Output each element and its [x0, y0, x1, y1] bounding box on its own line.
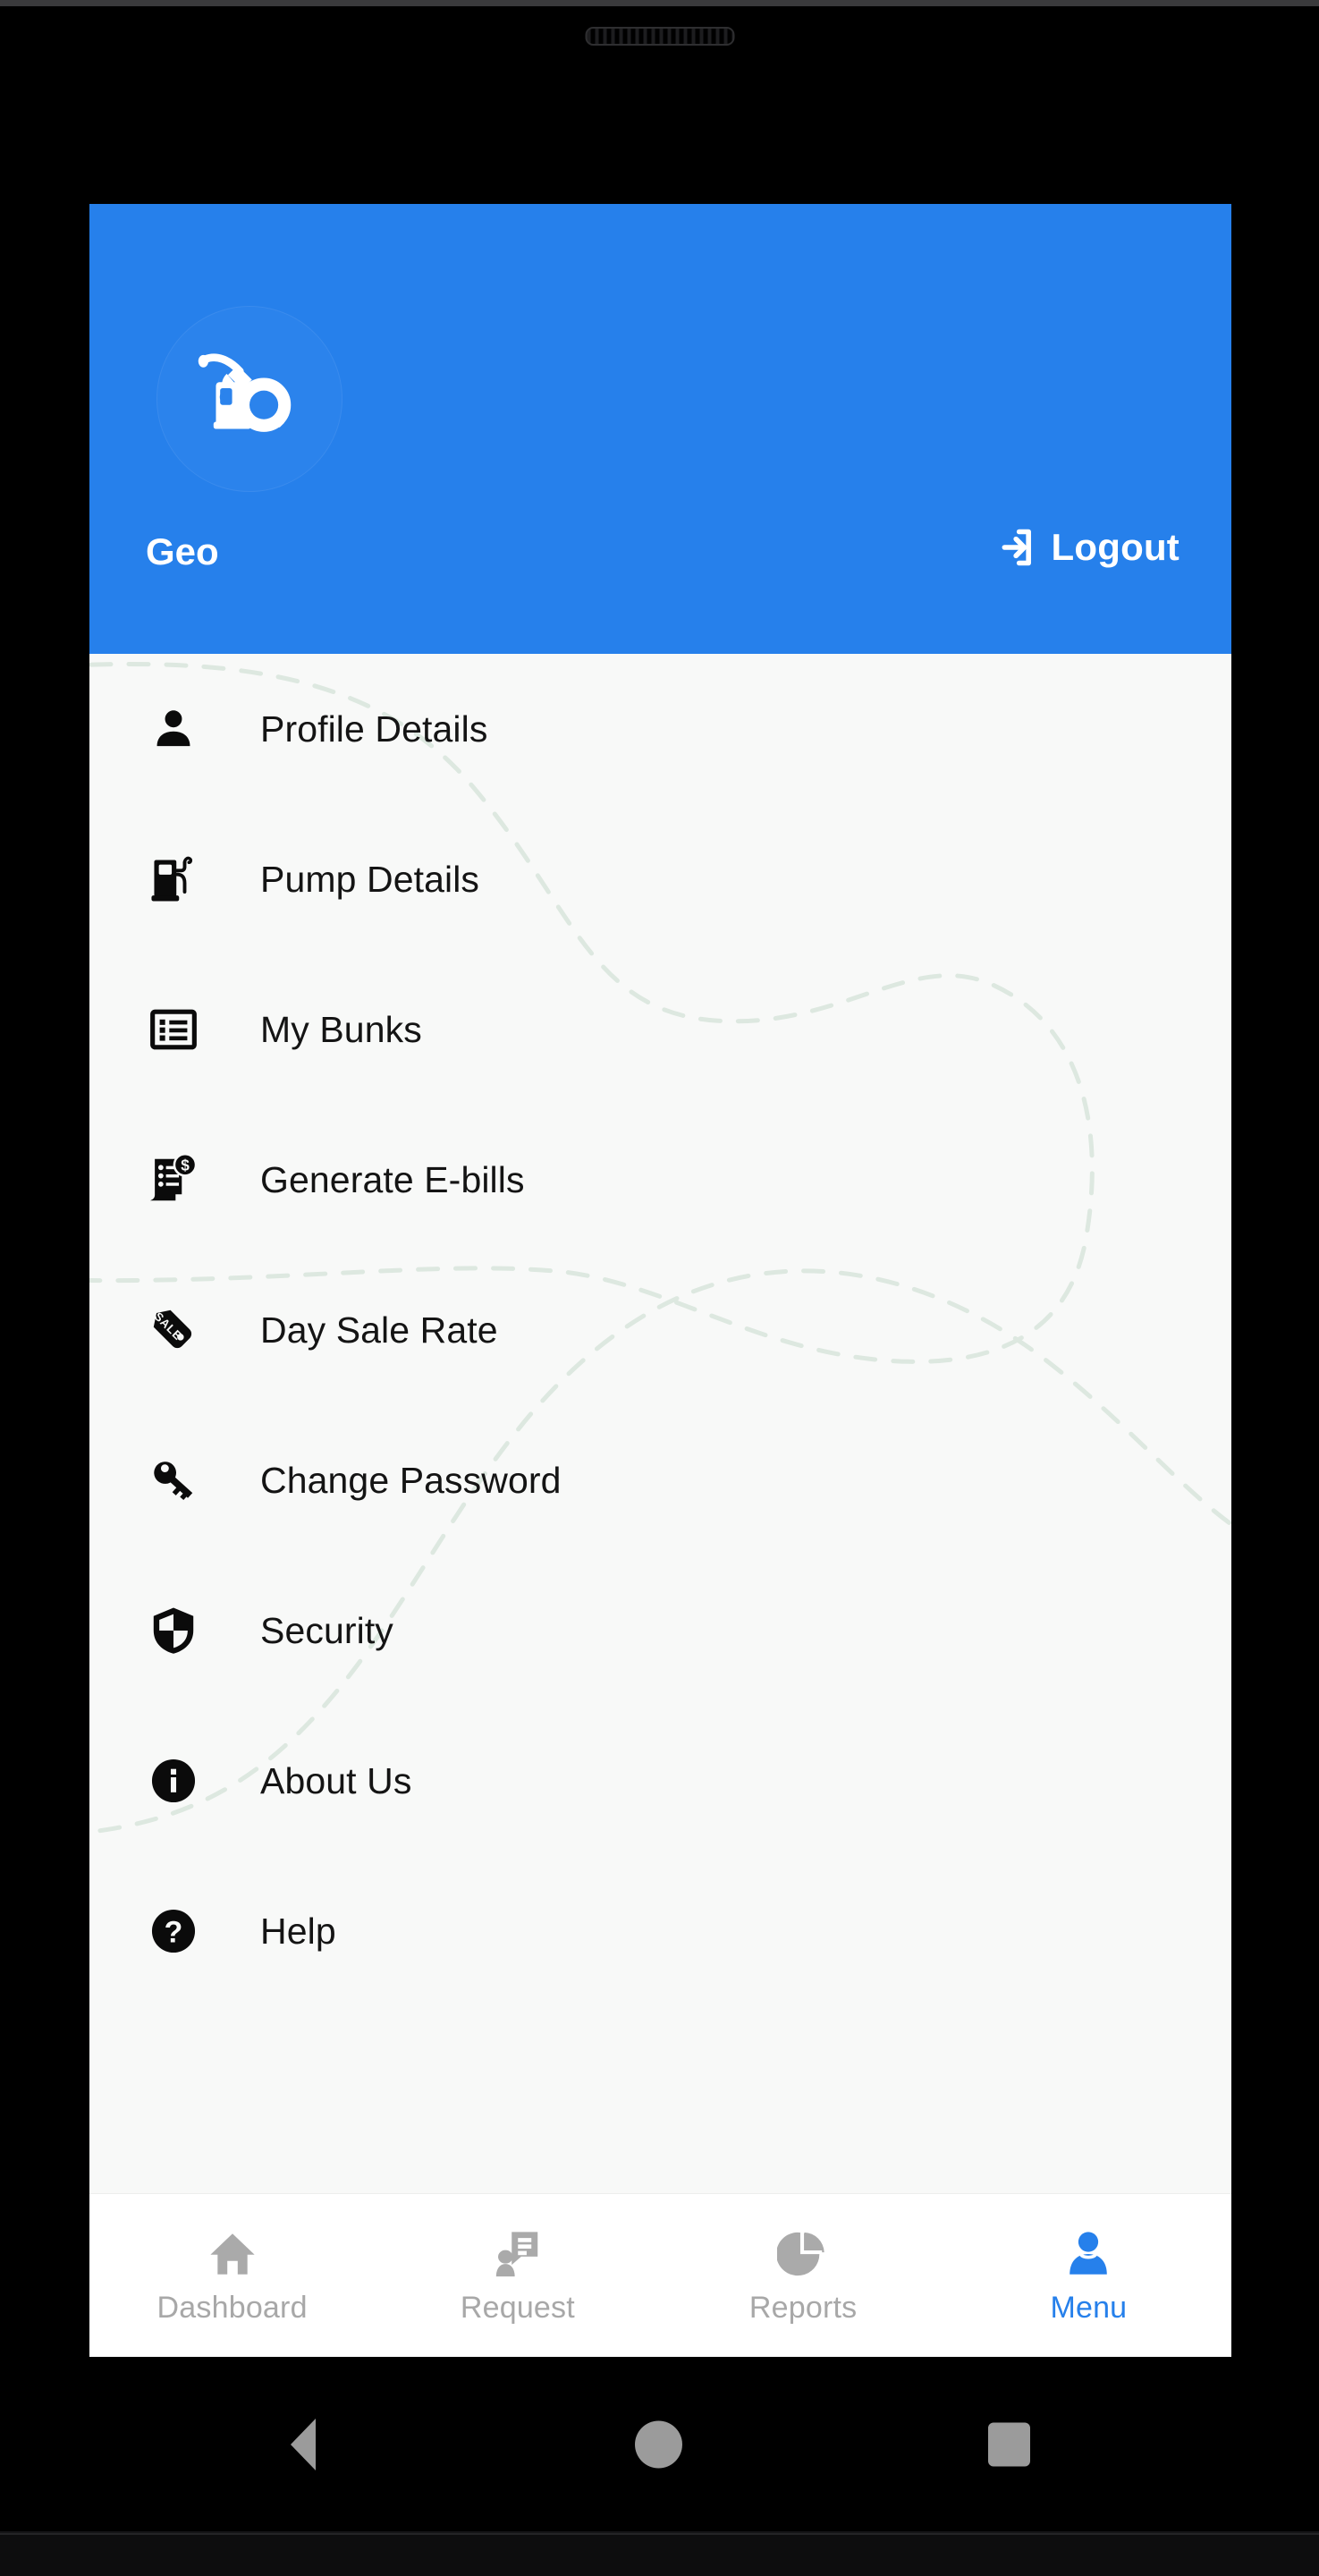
menu-item-label: Day Sale Rate	[260, 1309, 498, 1351]
logout-arrow-icon	[1002, 529, 1031, 566]
menu-item-label: Change Password	[260, 1459, 562, 1501]
info-circle-icon	[146, 1753, 201, 1809]
android-system-navigation	[0, 2357, 1319, 2531]
nav-tab-reports[interactable]: Reports	[661, 2194, 946, 2357]
app-screen: Geo Logout Profile Details Pump Details …	[89, 204, 1231, 2357]
menu-item-about-us[interactable]: About Us	[89, 1706, 1231, 1856]
menu-item-profile-details[interactable]: Profile Details	[89, 654, 1231, 804]
fuel-pump-gauge-logo-icon	[198, 353, 292, 432]
svg-text:$: $	[181, 1157, 190, 1174]
menu-item-label: About Us	[260, 1759, 412, 1801]
bottom-navigation-bar: Dashboard Request Reports Menu	[89, 2193, 1231, 2357]
nav-tab-label: Menu	[1050, 2290, 1128, 2325]
menu-item-label: Generate E-bills	[260, 1158, 525, 1200]
menu-item-my-bunks[interactable]: My Bunks	[89, 954, 1231, 1105]
logout-label: Logout	[1051, 526, 1179, 568]
nav-tab-dashboard[interactable]: Dashboard	[89, 2194, 375, 2357]
shield-icon	[146, 1603, 201, 1658]
nav-tab-label: Request	[460, 2290, 575, 2325]
menu-item-security[interactable]: Security	[89, 1555, 1231, 1706]
logout-button[interactable]: Logout	[984, 522, 1179, 572]
device-frame: Geo Logout Profile Details Pump Details …	[0, 0, 1319, 2576]
menu-item-label: Profile Details	[260, 708, 488, 750]
question-circle-icon: ?	[146, 1903, 201, 1959]
menu-item-label: Pump Details	[260, 858, 480, 900]
menu-item-help[interactable]: ? Help	[89, 1856, 1231, 2006]
recents-square-icon[interactable]	[988, 2422, 1030, 2466]
fuel-pump-icon	[146, 852, 201, 907]
home-circle-icon[interactable]	[635, 2420, 682, 2468]
menu-item-label: Help	[260, 1910, 336, 1952]
person-filled-icon	[1061, 2226, 1116, 2282]
profile-header: Geo Logout	[89, 204, 1231, 654]
device-bottom-bezel	[0, 2533, 1319, 2576]
menu-item-day-sale-rate[interactable]: SALE Day Sale Rate	[89, 1255, 1231, 1405]
pie-chart-icon	[775, 2226, 831, 2282]
menu-item-label: Security	[260, 1609, 393, 1651]
avatar	[156, 306, 342, 492]
person-icon	[146, 701, 201, 757]
list-card-icon	[146, 1002, 201, 1057]
nav-tab-label: Dashboard	[156, 2290, 308, 2325]
device-top-bezel	[0, 0, 1319, 6]
key-icon	[146, 1453, 201, 1508]
svg-text:?: ?	[165, 1916, 183, 1950]
earpiece-speaker-grille	[585, 27, 734, 46]
sale-tag-icon: SALE	[146, 1302, 201, 1358]
invoice-dollar-icon: $	[146, 1152, 201, 1208]
back-triangle-icon[interactable]	[291, 2418, 316, 2470]
header-username: Geo	[146, 530, 219, 572]
nav-tab-menu[interactable]: Menu	[946, 2194, 1231, 2357]
menu-item-label: My Bunks	[260, 1008, 422, 1050]
menu-list: Profile Details Pump Details My Bunks $ …	[89, 654, 1231, 2006]
menu-item-generate-e-bills[interactable]: $ Generate E-bills	[89, 1105, 1231, 1255]
home-icon	[205, 2226, 260, 2282]
nav-tab-label: Reports	[748, 2290, 858, 2325]
menu-item-pump-details[interactable]: Pump Details	[89, 804, 1231, 954]
nav-tab-request[interactable]: Request	[375, 2194, 660, 2357]
request-message-icon	[490, 2226, 545, 2282]
menu-item-change-password[interactable]: Change Password	[89, 1405, 1231, 1555]
